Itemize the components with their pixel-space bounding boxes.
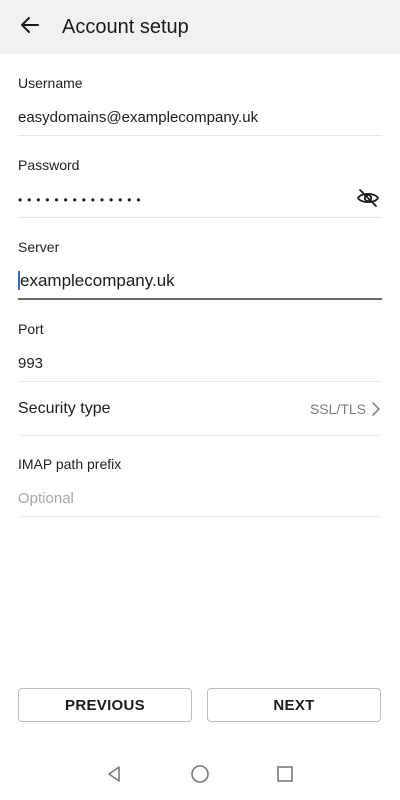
server-label: Server: [18, 239, 60, 255]
password-label: Password: [18, 157, 80, 173]
password-field[interactable]: Password ••••••••••••••: [18, 154, 382, 218]
arrow-left-icon: [18, 13, 42, 42]
system-recents-button[interactable]: [271, 762, 299, 790]
square-recents-icon: [275, 764, 295, 789]
port-input[interactable]: 993: [18, 354, 43, 374]
username-field[interactable]: Username easydomains@examplecompany.uk: [18, 72, 382, 136]
chevron-right-icon: [370, 400, 382, 418]
imap-path-prefix-field[interactable]: IMAP path prefix Optional: [18, 453, 382, 517]
app-bar: Account setup: [0, 0, 400, 54]
previous-button[interactable]: PREVIOUS: [18, 688, 192, 722]
imap-path-prefix-label: IMAP path prefix: [18, 456, 122, 472]
toggle-password-visibility-button[interactable]: [354, 186, 382, 214]
next-button[interactable]: NEXT: [207, 688, 381, 722]
server-input-text: examplecompany.uk: [20, 271, 175, 290]
username-label: Username: [18, 75, 83, 91]
password-input[interactable]: ••••••••••••••: [18, 190, 145, 210]
username-input[interactable]: easydomains@examplecompany.uk: [18, 108, 258, 128]
circle-home-icon: [190, 764, 210, 789]
imap-path-prefix-input[interactable]: Optional: [18, 489, 74, 509]
server-input[interactable]: examplecompany.uk: [18, 271, 175, 291]
security-type-row[interactable]: Security type SSL/TLS: [18, 381, 382, 436]
eye-slash-icon: [356, 186, 380, 215]
security-type-label: Security type: [18, 400, 111, 417]
system-back-button[interactable]: [100, 762, 128, 790]
system-home-button[interactable]: [186, 762, 214, 790]
security-type-value: SSL/TLS: [309, 401, 366, 417]
server-field[interactable]: Server examplecompany.uk: [18, 236, 382, 300]
triangle-back-icon: [104, 764, 124, 789]
back-button[interactable]: [8, 5, 52, 49]
account-setup-screen: Account setup Username easydomains@examp…: [0, 0, 400, 800]
page-title: Account setup: [62, 16, 189, 38]
port-label: Port: [18, 321, 44, 337]
port-field[interactable]: Port 993: [18, 318, 382, 382]
